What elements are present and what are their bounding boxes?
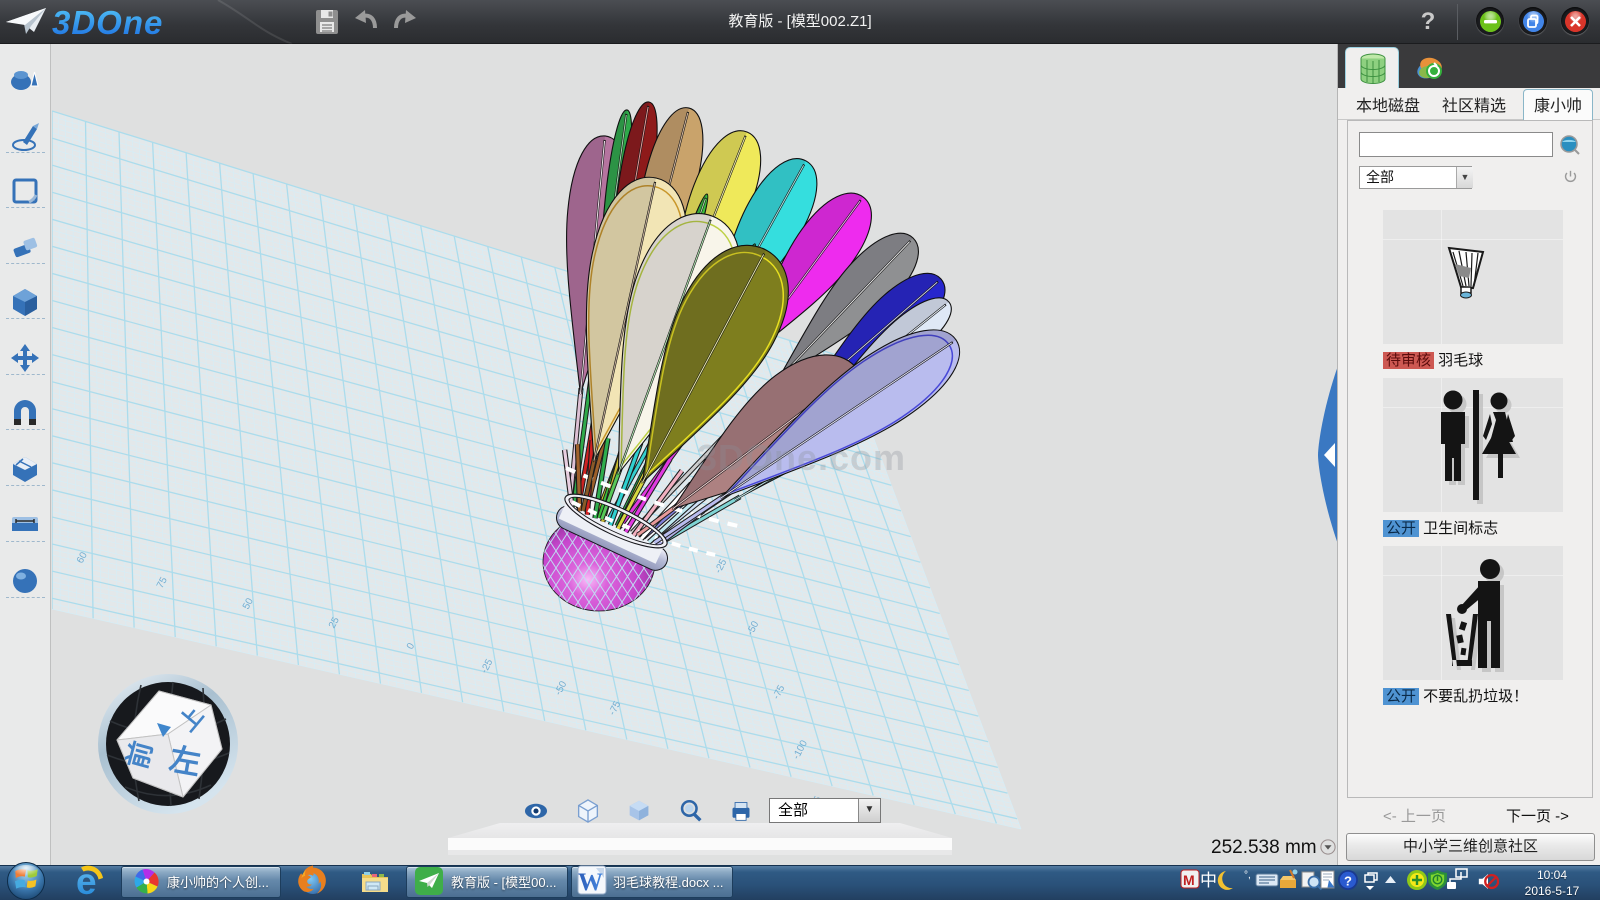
svg-text:左: 左 [167,742,204,782]
svg-text:?: ? [1344,874,1352,889]
svg-text:W: W [578,869,603,896]
svg-text:M: M [1183,872,1195,888]
svg-text:°,: °, [1244,870,1251,881]
svg-text:中: 中 [1200,871,1217,890]
